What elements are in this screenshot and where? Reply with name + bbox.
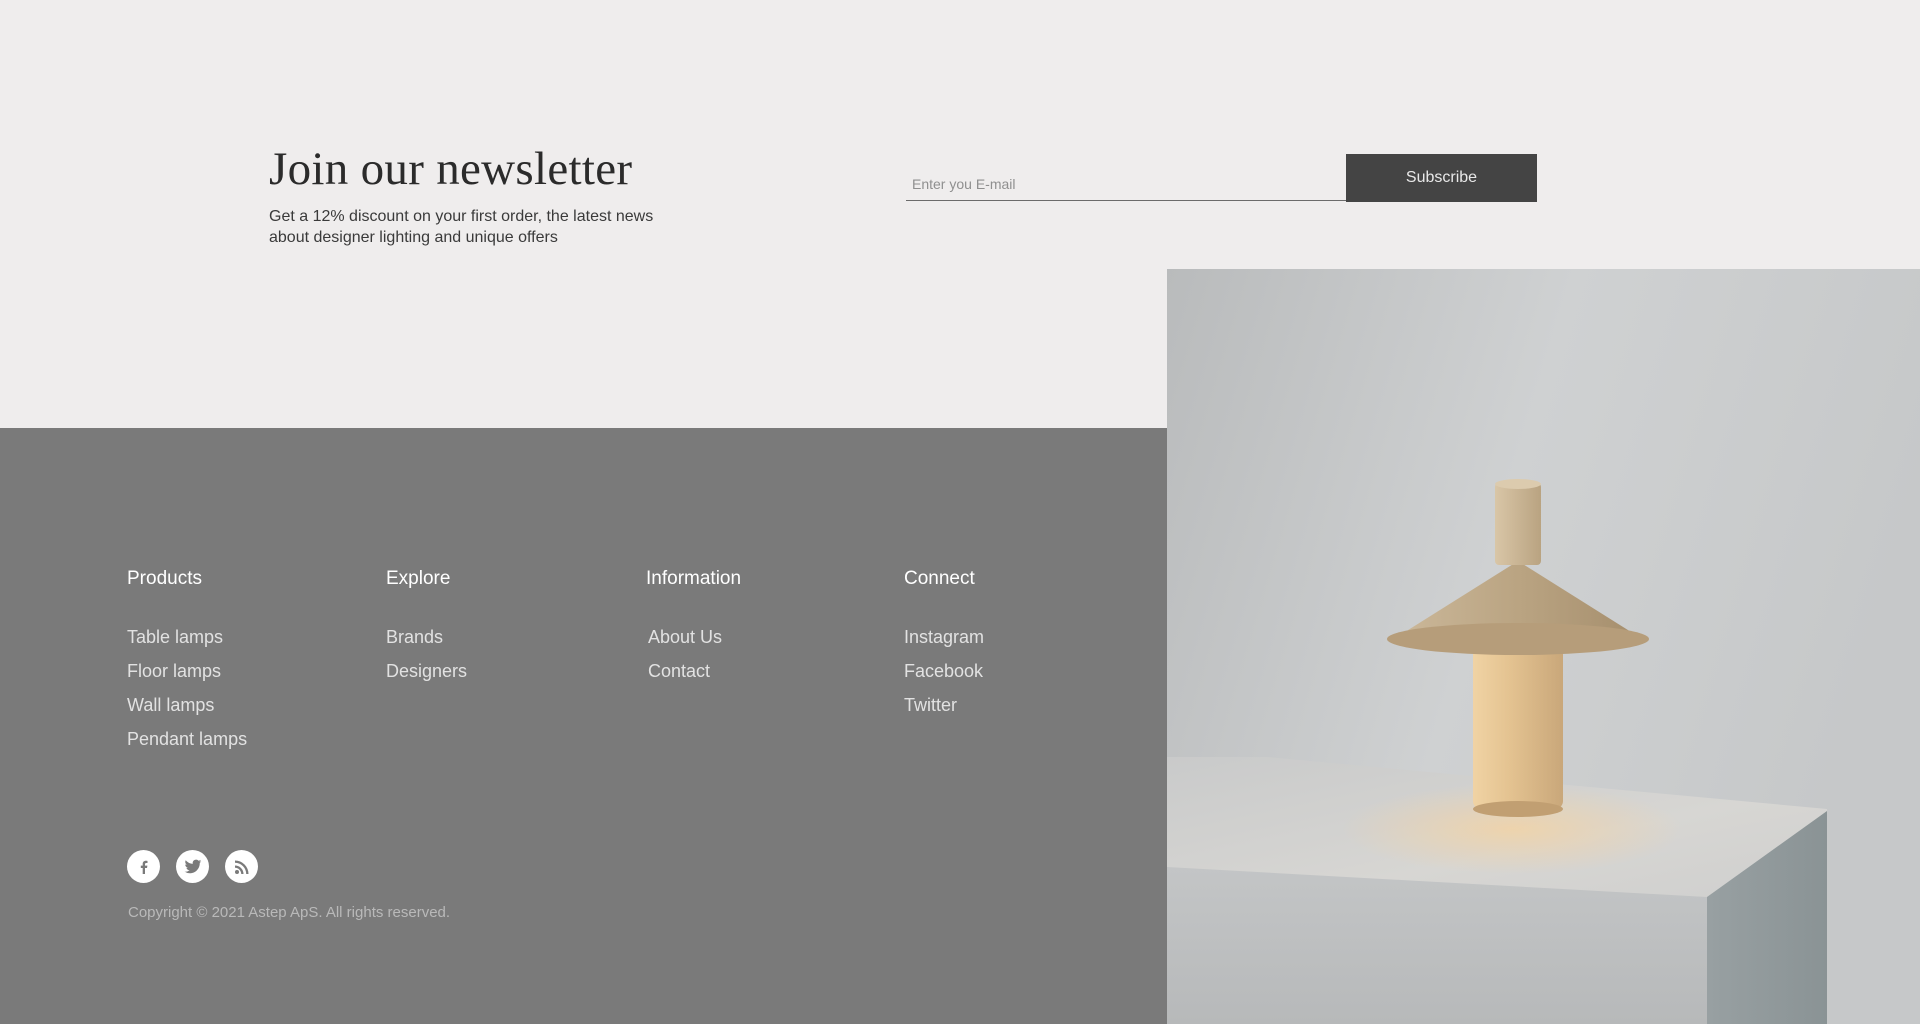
footer-heading: Information	[646, 568, 742, 589]
footer-column-products: Products Table lamps Floor lamps Wall la…	[127, 568, 247, 756]
twitter-icon[interactable]	[176, 850, 209, 883]
subscribe-button[interactable]: Subscribe	[1346, 154, 1537, 202]
footer-column-explore: Explore Brands Designers	[386, 568, 467, 688]
footer-column-information: Information About Us Contact	[646, 568, 741, 688]
footer-link-wall-lamps[interactable]: Wall lamps	[127, 688, 247, 722]
footer-link-floor-lamps[interactable]: Floor lamps	[127, 654, 247, 688]
footer-link-contact[interactable]: Contact	[646, 654, 741, 688]
footer-link-instagram[interactable]: Instagram	[904, 620, 984, 654]
footer-link-pendant-lamps[interactable]: Pendant lamps	[127, 722, 247, 756]
copyright-text: Copyright © 2021 Astep ApS. All rights r…	[128, 904, 451, 921]
facebook-icon[interactable]	[127, 850, 160, 883]
footer-link-facebook[interactable]: Facebook	[904, 654, 984, 688]
social-links	[127, 850, 258, 883]
footer-heading: Products	[127, 568, 202, 589]
footer-link-twitter[interactable]: Twitter	[904, 688, 984, 722]
footer-heading: Explore	[386, 568, 451, 589]
site-footer: Products Table lamps Floor lamps Wall la…	[0, 428, 1167, 1024]
rss-icon[interactable]	[225, 850, 258, 883]
footer-link-brands[interactable]: Brands	[386, 620, 467, 654]
email-input[interactable]	[906, 154, 1346, 201]
footer-link-about-us[interactable]: About Us	[646, 620, 741, 654]
footer-link-designers[interactable]: Designers	[386, 654, 467, 688]
footer-column-connect: Connect Instagram Facebook Twitter	[904, 568, 984, 722]
footer-heading: Connect	[904, 568, 975, 589]
footer-link-table-lamps[interactable]: Table lamps	[127, 620, 247, 654]
newsletter-description: Get a 12% discount on your first order, …	[269, 208, 654, 246]
newsletter-form: Subscribe	[906, 154, 1537, 202]
newsletter-title: Join our newsletter	[269, 143, 633, 195]
lamp-product-image	[1167, 269, 1920, 1024]
